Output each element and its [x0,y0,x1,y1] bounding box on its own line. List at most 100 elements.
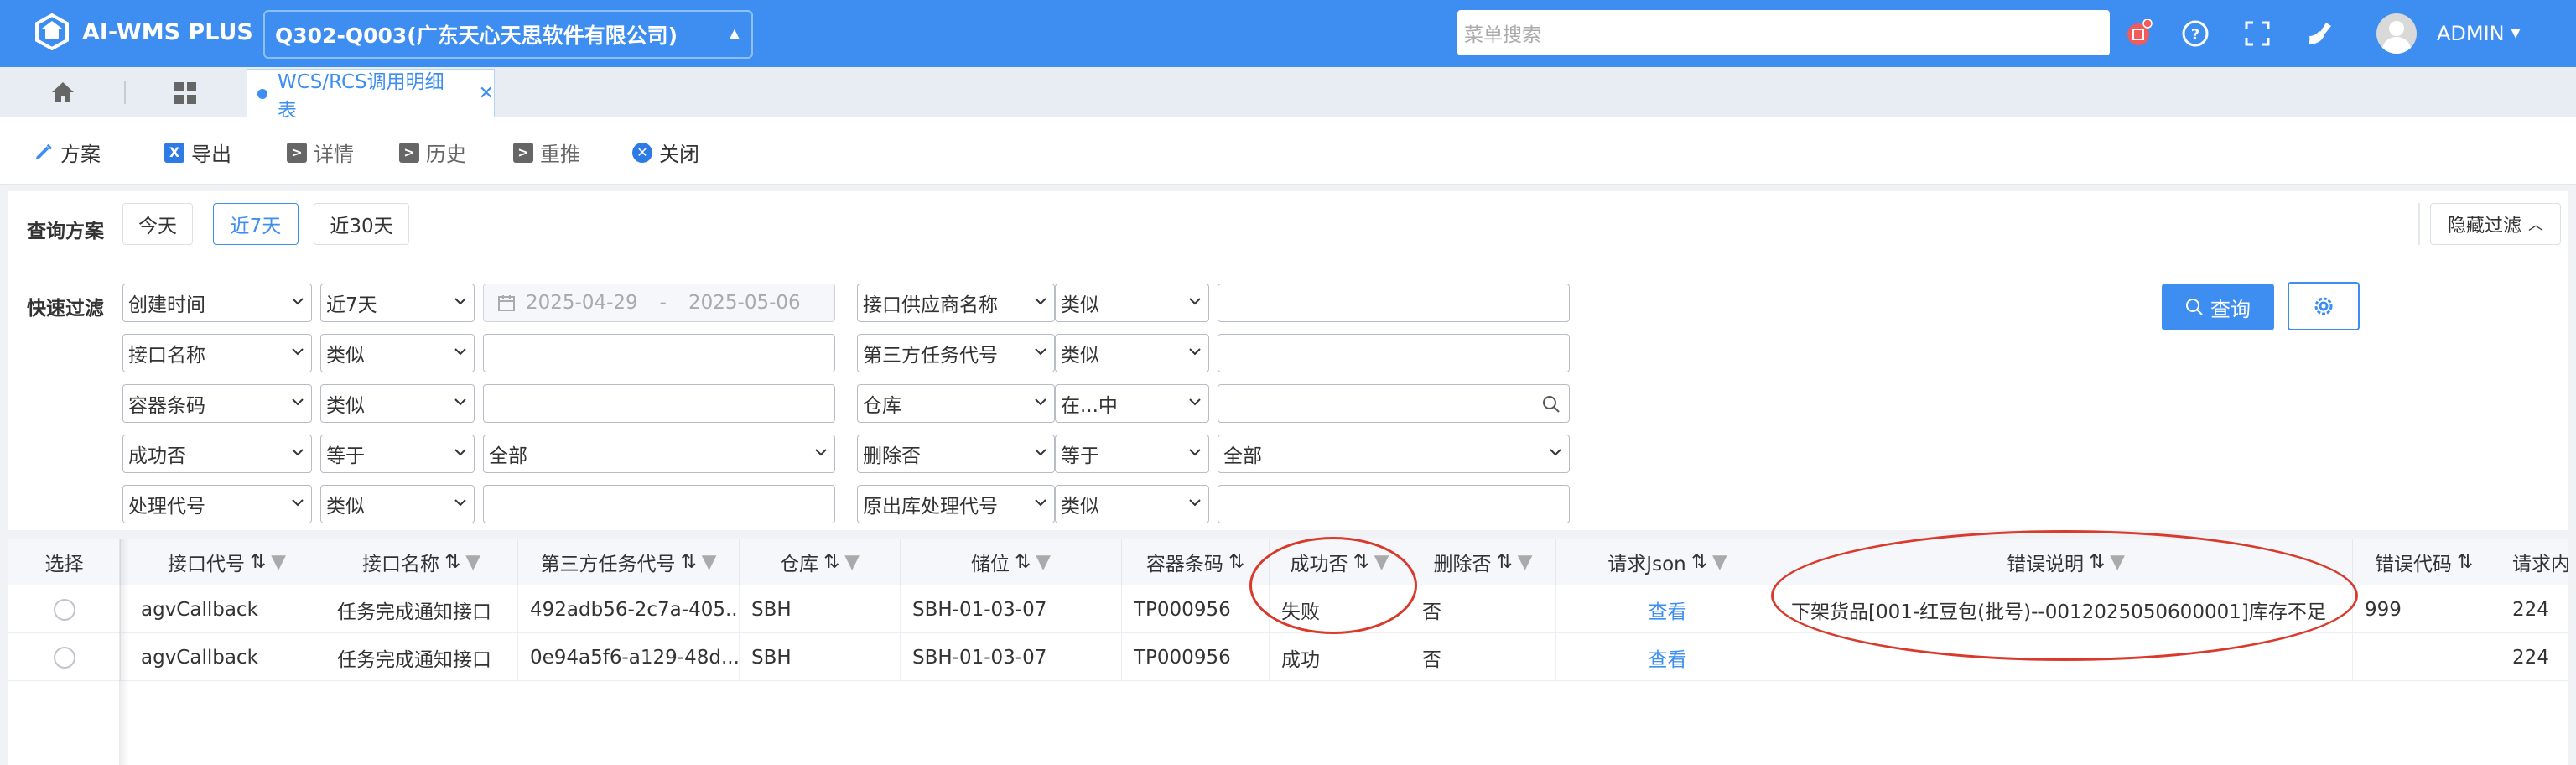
row-radio[interactable] [53,646,75,669]
view-json-link[interactable]: 查看 [1556,633,1779,681]
column-header[interactable]: 接口名称 ⇅ ▼ [325,539,518,585]
filter-op-select[interactable]: 等于 [1055,435,1209,473]
logo-icon [35,13,69,50]
filter-field-select[interactable]: 接口名称 [122,334,312,372]
filter-icon[interactable]: ▼ [844,551,860,573]
column-header[interactable]: 请求内 [2496,539,2568,585]
filter-field-select[interactable]: 删除否 [857,435,1055,473]
sort-icon[interactable]: ⇅ [1497,551,1513,573]
column-header[interactable]: 删除否 ⇅ ▼ [1410,539,1556,585]
chevron-down-icon [454,348,466,356]
column-header[interactable]: 储位 ⇅ ▼ [901,539,1122,585]
user-menu[interactable]: ADMIN ▼ [2376,12,2520,55]
filter-op-select[interactable]: 类似 [1055,284,1209,322]
chevron-down-icon [292,499,304,507]
column-header[interactable]: 接口代号 ⇅ ▼ [129,539,325,585]
filter-icon[interactable]: ▼ [465,551,480,573]
filter-op-select[interactable]: 在...中 [1055,384,1209,423]
column-header[interactable]: 仓库 ⇅ ▼ [740,539,901,585]
query-30days-button[interactable]: 近30天 [314,203,409,245]
filter-field-select[interactable]: 仓库 [857,384,1055,423]
chevron-up-icon: ︿ [2528,216,2543,234]
sort-icon[interactable]: ⇅ [2457,551,2473,573]
filter-value-input[interactable] [1218,284,1570,322]
calendar-alert-icon[interactable] [2122,17,2155,50]
filter-field-select[interactable]: 创建时间 [122,284,312,322]
table-cell: 224 [2496,633,2568,681]
filter-icon[interactable]: ▼ [702,551,717,573]
sort-icon[interactable]: ⇅ [1015,551,1031,573]
row-select-cell[interactable] [8,633,121,681]
grid-icon[interactable] [173,81,198,111]
view-json-link[interactable]: 查看 [1556,585,1779,633]
query-today-button[interactable]: 今天 [122,203,193,245]
date-range-input[interactable]: 2025-04-29 - 2025-05-06 [483,284,835,322]
sort-icon[interactable]: ⇅ [823,551,839,573]
chevron-down-icon [1189,449,1201,456]
hide-filter-button[interactable]: 隐藏过滤 ︿ [2430,203,2561,245]
filter-icon[interactable]: ▼ [1712,551,1727,573]
detail-button[interactable]: > 详情 [287,138,354,167]
filter-value-input[interactable] [1218,334,1570,372]
column-header[interactable]: 请求Json ⇅ ▼ [1556,539,1779,585]
plan-button[interactable]: 方案 [34,138,101,167]
search-button[interactable]: 查询 [2162,284,2274,330]
filter-icon[interactable]: ▼ [1036,551,1051,573]
tab-wcs-rcs[interactable]: WCS/RCS调用明细表 ✕ [247,69,495,122]
filter-field-select[interactable]: 原出库处理代号 [857,485,1055,523]
filter-value-input[interactable] [1218,485,1570,523]
filter-value-select[interactable]: 全部 [1218,435,1570,473]
filter-op-select[interactable]: 类似 [320,334,475,372]
close-tab-icon[interactable]: ✕ [479,83,494,104]
warehouse-lookup-input[interactable] [1218,384,1570,423]
chevron-down-icon [454,499,466,507]
row-select-cell[interactable] [8,585,121,633]
filter-field-select[interactable]: 处理代号 [122,485,312,523]
fullscreen-icon[interactable] [2241,17,2274,50]
filter-value-input[interactable] [483,384,835,423]
filter-field-select[interactable]: 第三方任务代号 [857,334,1055,372]
company-selector[interactable]: Q302-Q003(广东天心天思软件有限公司) ▲ [263,10,753,59]
sort-icon[interactable]: ⇅ [250,551,266,573]
filter-op-select[interactable]: 类似 [1055,334,1209,372]
repush-button[interactable]: > 重推 [513,138,580,167]
close-button[interactable]: ✕ 关闭 [632,138,699,167]
filter-op-select[interactable]: 等于 [320,435,475,473]
filter-field-select[interactable]: 接口供应商名称 [857,284,1055,322]
column-header[interactable]: 容器条码 ⇅ [1122,539,1270,585]
filter-op-select[interactable]: 类似 [1055,485,1209,523]
chevron-down-icon [292,398,304,406]
sort-icon[interactable]: ⇅ [1228,551,1244,573]
filter-op-select[interactable]: 近7天 [320,284,475,322]
app-logo[interactable]: AI-WMS PLUS [34,13,253,50]
column-header[interactable]: 错误代码 ⇅ [2353,539,2496,585]
export-button[interactable]: X 导出 [164,138,231,167]
filter-op-select[interactable]: 类似 [320,485,475,523]
history-label: 历史 [426,143,466,166]
sort-icon[interactable]: ⇅ [681,551,697,573]
search-icon[interactable] [1542,395,1561,414]
menu-search-input[interactable]: 菜单搜索 [1457,10,2110,55]
column-label: 储位 [971,554,1010,575]
filter-settings-button[interactable] [2288,282,2360,330]
filter-op-select[interactable]: 类似 [320,384,475,423]
filter-value-input[interactable] [483,485,835,523]
sort-icon[interactable]: ⇅ [1691,551,1707,573]
query-7days-button[interactable]: 近7天 [213,203,299,245]
help-icon[interactable]: ? [2179,17,2212,50]
home-icon[interactable] [50,81,75,109]
filter-value-input[interactable] [483,334,835,372]
filter-value-select[interactable]: 全部 [483,435,835,473]
filter-field-select[interactable]: 成功否 [122,435,312,473]
filter-icon[interactable]: ▼ [271,551,286,573]
filter-op-value: 在...中 [1061,395,1118,417]
column-header[interactable]: 第三方任务代号 ⇅ ▼ [518,539,740,585]
sort-icon[interactable]: ⇅ [444,551,460,573]
history-button[interactable]: > 历史 [399,138,466,167]
filter-icon[interactable]: ▼ [1518,551,1533,573]
chevron-down-icon [454,449,466,456]
clear-cache-icon[interactable] [2303,17,2336,50]
column-label: 接口名称 [362,554,439,575]
row-radio[interactable] [53,598,75,621]
filter-field-select[interactable]: 容器条码 [122,384,312,423]
